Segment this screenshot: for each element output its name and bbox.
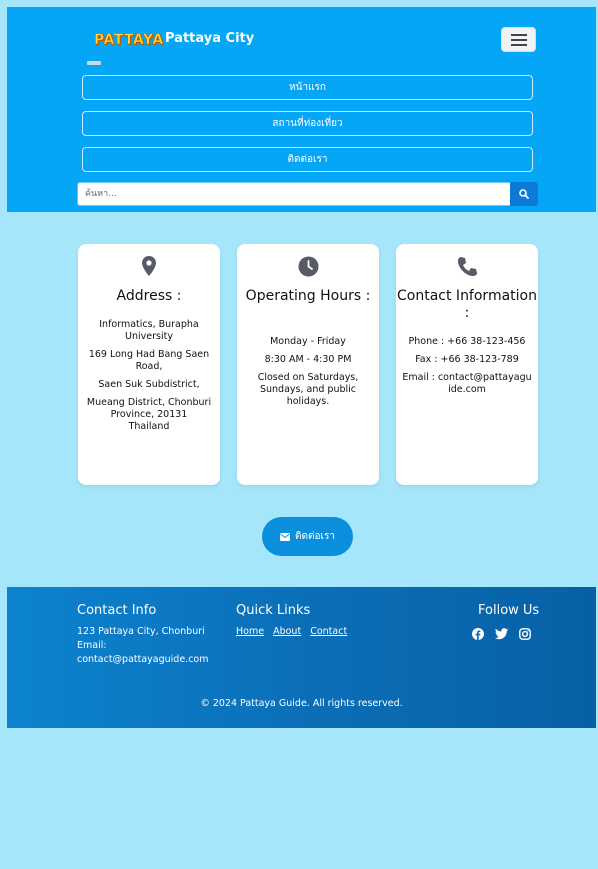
footer-link-contact[interactable]: Contact [310,626,347,637]
contact-phone: Phone : +66 38-123-456 [408,336,526,347]
address-card: Address : Informatics, Burapha Universit… [78,244,220,485]
hours-line-2: 8:30 AM - 4:30 PM [264,354,352,365]
nav-attractions[interactable]: สถานที่ท่องเที่ยว [82,111,533,136]
footer-address: 123 Pattaya City, Chonburi [77,626,205,637]
contact-email: Email : contact@pattayaguide.com [402,372,532,395]
hamburger-icon[interactable] [501,27,536,52]
footer-email[interactable]: contact@pattayaguide.com [77,653,227,667]
map-pin-icon [142,256,156,276]
footer-contact-title: Contact Info [77,603,157,618]
address-line-4: Mueang District, Chonburi Province, 2013… [86,397,212,432]
contact-us-button[interactable]: ติดต่อเรา [262,517,353,556]
logo-text: PATTAYA [94,32,164,49]
brand-logo[interactable]: PATTAYA [94,32,164,49]
site-title[interactable]: Pattaya City [165,31,254,46]
nav-contact[interactable]: ติดต่อเรา [82,147,533,172]
phone-icon [457,257,477,276]
contact-card: Contact Information : Phone : +66 38-123… [396,244,538,485]
footer-email-label: Email: [77,640,107,651]
hours-line-3: Closed on Saturdays, Sundays, and public… [257,372,359,407]
logo-underline [87,61,101,65]
envelope-icon [280,532,291,541]
footer: Contact Info 123 Pattaya City, Chonburi … [7,587,596,728]
footer-links: Home About Contact [236,625,353,639]
social-icons [472,628,531,640]
hours-line-1: Monday - Friday [270,336,346,347]
page: PATTAYA Pattaya City หน้าแรก สถานที่ท่อง… [7,7,596,869]
footer-links-title: Quick Links [236,603,311,618]
search-button[interactable] [510,182,538,206]
nav-home[interactable]: หน้าแรก [82,75,533,100]
address-line-2: 169 Long Had Bang Saen Road, [88,349,210,372]
search-icon [519,189,529,199]
contact-us-label: ติดต่อเรา [295,531,335,542]
search-bar [77,182,538,206]
address-line-1: Informatics, Burapha University [99,319,199,342]
copyright: © 2024 Pattaya Guide. All rights reserve… [200,698,403,709]
hours-card: Operating Hours : Monday - Friday 8:30 A… [237,244,379,485]
contact-title: Contact Information : [397,288,537,321]
footer-link-home[interactable]: Home [236,626,264,637]
footer-link-about[interactable]: About [273,626,301,637]
footer-follow-title: Follow Us [478,603,540,618]
header: PATTAYA Pattaya City หน้าแรก สถานที่ท่อง… [7,7,596,212]
clock-icon [298,256,318,277]
instagram-icon[interactable] [519,628,531,640]
search-input[interactable] [78,183,508,205]
twitter-icon[interactable] [495,628,508,640]
address-line-3: Saen Suk Subdistrict, [98,379,200,390]
facebook-icon[interactable] [472,628,484,640]
address-title: Address : [116,288,182,304]
hours-title: Operating Hours : [245,288,371,304]
footer-contact-info: 123 Pattaya City, Chonburi Email: contac… [77,625,227,667]
contact-fax: Fax : +66 38-123-789 [415,354,519,365]
